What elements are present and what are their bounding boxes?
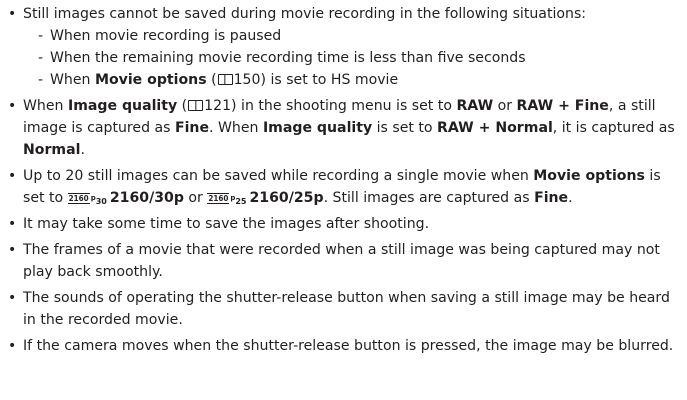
bullet-text: It may take some time to save the images…	[23, 216, 430, 232]
text-run: or	[493, 98, 517, 114]
manual-page: Still images cannot be saved during movi…	[0, 0, 687, 400]
bullet-camera-shake: If the camera moves when the shutter-rel…	[8, 335, 681, 357]
sub-item-hs-movie: - When Movie options (150) is set to HS …	[38, 69, 681, 91]
fine-term: Fine	[534, 190, 569, 206]
raw-fine-term: RAW + Fine	[516, 98, 609, 114]
bullet-still-image-limit: Up to 20 still images can be saved while…	[8, 165, 681, 209]
bullet-text: The sounds of operating the shutter-rele…	[23, 290, 670, 328]
fps-number: 30	[95, 197, 107, 206]
bullet-still-image-restrictions: Still images cannot be saved during movi…	[8, 3, 681, 91]
bullet-text: The frames of a movie that were recorded…	[23, 242, 660, 280]
text-run: .	[80, 142, 85, 158]
image-quality-term: Image quality	[67, 98, 178, 114]
book-reference-icon	[217, 74, 233, 85]
movie-2160-30p-term: 2160/30p	[109, 190, 184, 206]
normal-term: Normal	[23, 142, 81, 158]
text-run: Up to 20 still images can be saved while…	[23, 168, 534, 184]
sub-item-remaining-time: - When the remaining movie recording tim…	[38, 47, 681, 69]
image-quality-term: Image quality	[262, 120, 373, 136]
text-run: . When	[209, 120, 263, 136]
sub-item-paused: - When movie recording is paused	[38, 25, 681, 47]
text-run: or	[183, 190, 208, 206]
text-run: is set to	[372, 120, 438, 136]
bullet-text: If the camera moves when the shutter-rel…	[23, 338, 674, 354]
raw-term: RAW	[456, 98, 494, 114]
movie-options-term: Movie options	[94, 72, 207, 88]
sub-item-text-pre: When	[50, 72, 95, 88]
movie-options-term: Movie options	[533, 168, 645, 184]
raw-normal-term: RAW + Normal	[437, 120, 553, 136]
resolution-2160-icon: 2160	[67, 193, 90, 204]
resolution-2160-icon: 2160	[207, 193, 230, 204]
page-reference[interactable]: 150) is set to HS movie	[234, 72, 399, 88]
dash-marker: -	[38, 28, 44, 44]
page-reference[interactable]: 121) in the shooting menu is set to	[204, 98, 456, 114]
bullet-shutter-sound: The sounds of operating the shutter-rele…	[8, 287, 681, 331]
bullet-image-quality: When Image quality (121) in the shooting…	[8, 95, 681, 161]
dash-marker: -	[38, 50, 44, 66]
text-run: , it is captured as	[552, 120, 675, 136]
paren-open: (	[177, 98, 188, 114]
text-run: .	[568, 190, 573, 206]
paren-open: (	[206, 72, 217, 88]
bullet-text: Still images cannot be saved during movi…	[23, 6, 587, 22]
frame-rate-30p-icon: p30	[91, 194, 107, 206]
book-reference-icon	[188, 100, 204, 111]
frame-rate-25p-icon: p25	[230, 194, 246, 206]
text-run: . Still images are captured as	[323, 190, 535, 206]
sub-item-text: When movie recording is paused	[50, 28, 282, 44]
dash-marker: -	[38, 72, 44, 88]
fine-term: Fine	[174, 120, 210, 136]
bullet-save-time: It may take some time to save the images…	[8, 213, 681, 235]
fps-number: 25	[235, 197, 247, 206]
movie-2160-25p-term: 2160/25p	[249, 190, 324, 206]
sub-item-text: When the remaining movie recording time …	[50, 50, 526, 66]
text-run: When	[23, 98, 68, 114]
bullet-playback-smoothness: The frames of a movie that were recorded…	[8, 239, 681, 283]
